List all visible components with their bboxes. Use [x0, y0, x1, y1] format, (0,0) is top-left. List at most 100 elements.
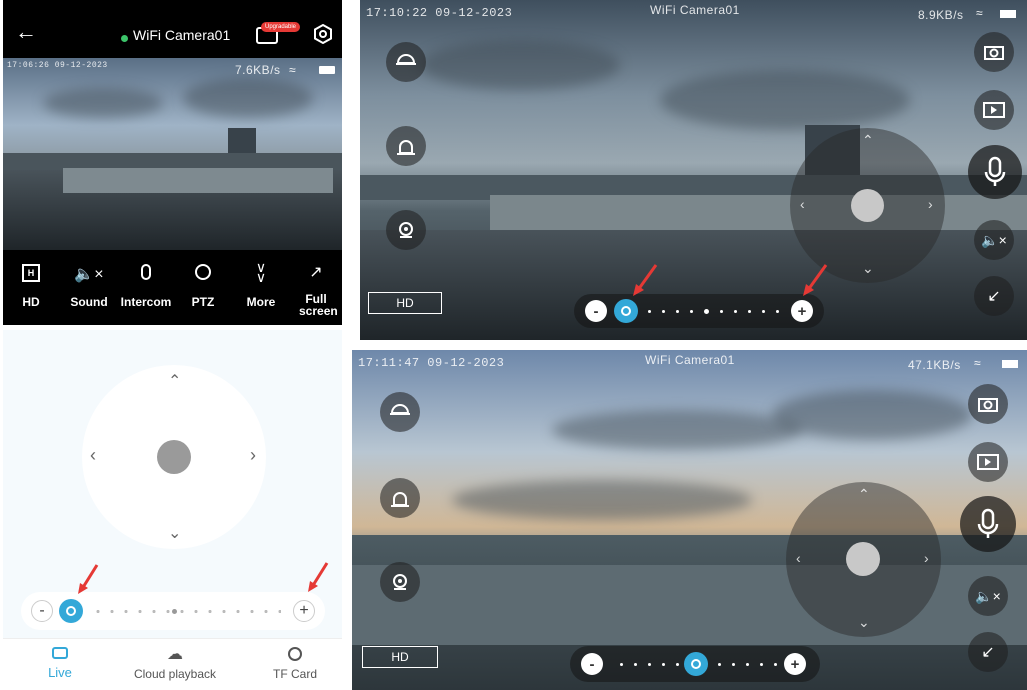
app-header: ← WiFi Camera01 Upgradable [3, 0, 342, 58]
ptz-camera-icon [195, 264, 211, 280]
chevron-right-icon[interactable]: › [924, 550, 929, 566]
hd-icon: H [22, 264, 40, 282]
joystick-knob[interactable] [846, 542, 880, 576]
microphone-icon [141, 264, 151, 280]
tab-live-label: Live [48, 665, 72, 680]
fullscreen-label: Full screen [299, 292, 338, 318]
annotation-arrow [78, 564, 99, 594]
ptz-label: PTZ [191, 295, 215, 309]
battery-icon [319, 66, 335, 74]
microphone-icon[interactable] [960, 496, 1016, 552]
wifi-icon: ≈ [976, 6, 983, 20]
more-button[interactable]: ∨ ∨ More [239, 259, 283, 309]
joystick-knob[interactable] [157, 440, 191, 474]
sound-button[interactable]: 🔈× Sound [67, 264, 111, 309]
battery-icon [1002, 360, 1018, 368]
ptz-button[interactable]: PTZ [183, 264, 223, 309]
snapshot-icon[interactable] [974, 32, 1014, 72]
control-toolbar: H HD 🔈× Sound Intercom PTZ ∨ ∨ More ↗ Ful… [3, 250, 342, 325]
microphone-icon[interactable] [968, 145, 1022, 199]
fullscreen-button[interactable]: ↗ Full screen [293, 262, 339, 317]
siren-icon[interactable] [380, 478, 420, 518]
back-arrow-icon[interactable]: ← [15, 21, 37, 43]
zoom-in-button[interactable]: + [293, 600, 315, 622]
joystick-knob[interactable] [851, 189, 884, 222]
exit-fullscreen-icon[interactable]: ↙ [974, 276, 1014, 316]
bitrate-readout: 7.6KB/s [235, 63, 281, 77]
chevron-left-icon[interactable]: ‹ [800, 196, 805, 212]
mute-icon: 🔈× [74, 266, 104, 283]
live-view-portrait: ← WiFi Camera01 Upgradable 17:06:26 09-1… [3, 0, 342, 325]
bitrate-readout: 47.1KB/s [908, 358, 961, 372]
hd-button[interactable]: H HD [11, 264, 51, 309]
wifi-icon: ≈ [289, 63, 296, 77]
light-icon[interactable] [380, 392, 420, 432]
siren-icon[interactable] [386, 126, 426, 166]
record-icon[interactable] [974, 90, 1014, 130]
live-view-landscape-2[interactable]: 17:11:47 09-12-2023 WiFi Camera01 47.1KB… [352, 350, 1027, 690]
chevron-left-icon[interactable]: ‹ [796, 550, 801, 566]
live-view-landscape-1[interactable]: 17:10:22 09-12-2023 WiFi Camera01 8.9KB/… [360, 0, 1027, 340]
bottom-tab-bar: Live ☁ Cloud playback TF Card [3, 638, 342, 690]
mute-icon[interactable]: 🔈× [974, 220, 1014, 260]
tab-tf-card[interactable]: TF Card [265, 647, 325, 681]
intercom-label: Intercom [120, 295, 172, 309]
chevron-left-icon[interactable]: ‹ [90, 445, 96, 466]
chevron-up-icon[interactable]: ⌃ [858, 486, 870, 503]
online-status-dot [121, 35, 128, 42]
video-title: WiFi Camera01 [650, 3, 740, 17]
mute-icon[interactable]: 🔈× [968, 576, 1008, 616]
hd-label: HD [22, 295, 40, 309]
intercom-button[interactable]: Intercom [119, 264, 173, 309]
tab-cloud-playback[interactable]: ☁ Cloud playback [123, 646, 227, 682]
zoom-out-button[interactable]: - [581, 653, 603, 675]
chevron-up-icon[interactable]: ⌃ [862, 132, 874, 149]
zoom-in-button[interactable]: + [791, 300, 813, 322]
cloud-playback-icon: ☁ [167, 646, 183, 663]
ptz-joystick[interactable]: ⌃ ‹ › ⌄ [786, 482, 941, 637]
focus-icon[interactable] [614, 299, 638, 323]
ptz-joystick[interactable]: ⌃ ‹ › ⌄ [790, 128, 945, 283]
zoom-out-button[interactable]: - [585, 300, 607, 322]
sound-label: Sound [70, 295, 108, 309]
record-icon[interactable] [968, 442, 1008, 482]
hd-button[interactable]: HD [362, 646, 438, 668]
video-timestamp: 17:10:22 09-12-2023 [366, 6, 513, 20]
ptz-control-panel: ⌃ ‹ › ⌄ - + Live ☁ Cloud playback TF Car… [3, 330, 342, 690]
chevron-right-icon[interactable]: › [250, 445, 256, 466]
live-eye-icon [52, 647, 68, 659]
focus-icon[interactable] [59, 599, 83, 623]
video-timestamp: 17:06:26 09-12-2023 [7, 61, 108, 70]
chevron-down-icon[interactable]: ⌄ [862, 260, 874, 277]
video-timestamp: 17:11:47 09-12-2023 [358, 356, 505, 370]
chevron-right-icon[interactable]: › [928, 196, 933, 212]
light-icon[interactable] [386, 42, 426, 82]
zoom-bar: - + [570, 646, 820, 682]
exit-fullscreen-icon[interactable]: ↙ [968, 632, 1008, 672]
zoom-bar: - + [21, 592, 325, 630]
tab-live[interactable]: Live [38, 647, 82, 680]
ptz-camera-icon[interactable] [386, 210, 426, 250]
tab-tf-label: TF Card [272, 667, 317, 681]
tf-card-icon [288, 647, 302, 661]
focus-icon[interactable] [684, 652, 708, 676]
annotation-arrow [633, 264, 658, 296]
camera-title: WiFi Camera01 [133, 27, 231, 43]
zoom-out-button[interactable]: - [31, 600, 53, 622]
ptz-pad[interactable]: ⌃ ‹ › ⌄ [82, 365, 266, 549]
gear-icon[interactable] [313, 23, 333, 49]
fullscreen-icon: ↗ [309, 264, 323, 281]
upgradable-badge: Upgradable [261, 22, 301, 32]
zoom-in-button[interactable]: + [784, 653, 806, 675]
chevron-down-icon[interactable]: ⌄ [168, 523, 181, 543]
chevron-up-icon[interactable]: ⌃ [168, 371, 181, 391]
battery-icon [1000, 10, 1016, 18]
hd-button[interactable]: HD [368, 292, 442, 314]
chevron-double-down-icon: ∨ ∨ [255, 259, 267, 285]
zoom-bar: - + [574, 294, 824, 328]
chevron-down-icon[interactable]: ⌄ [858, 614, 870, 631]
snapshot-icon[interactable] [968, 384, 1008, 424]
more-label: More [246, 295, 276, 309]
ptz-camera-icon[interactable] [380, 562, 420, 602]
video-feed[interactable]: 17:06:26 09-12-2023 7.6KB/s ≈ [3, 58, 342, 250]
